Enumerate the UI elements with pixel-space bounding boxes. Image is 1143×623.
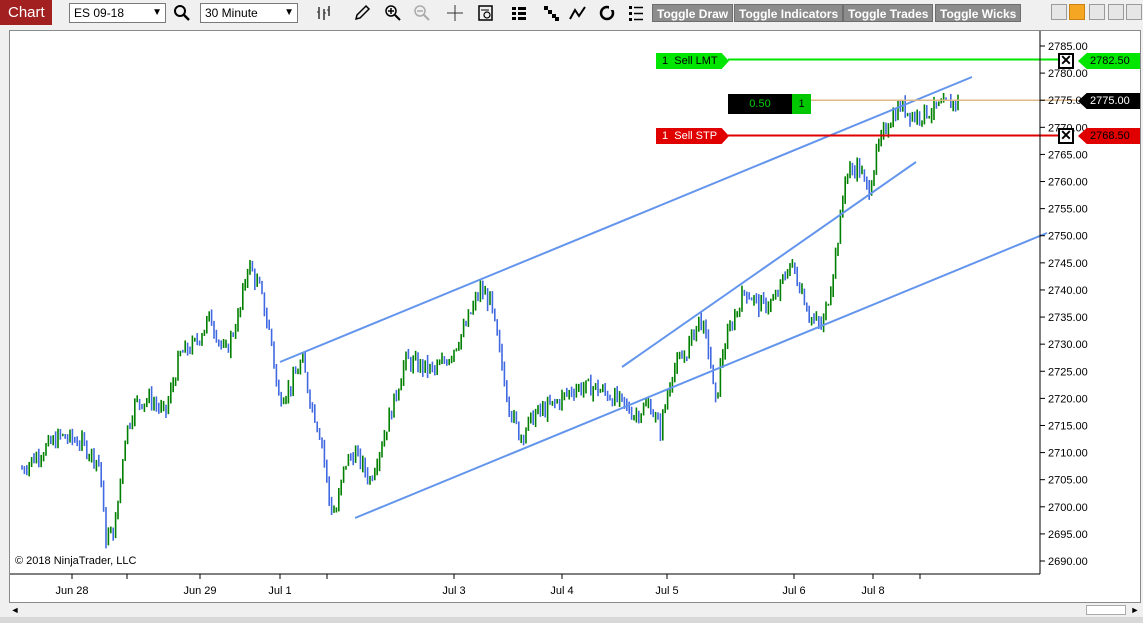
price-axis-label: 2765.00 — [1048, 149, 1088, 161]
position-pnl[interactable]: 0.50 — [728, 94, 792, 114]
ninjatrader-chart-window: Chart ES 09-18 ▼ 30 Minute ▼ Toggle Draw… — [0, 0, 1143, 623]
price-chart-panel[interactable]: 2785.002780.002775.002770.002765.002760.… — [9, 30, 1141, 603]
date-axis-label: Jul 8 — [861, 585, 884, 597]
sell-stp-price-flag: 2768.50 — [1078, 128, 1140, 144]
price-axis-label: 2750.00 — [1048, 231, 1088, 243]
scroll-right-icon[interactable]: ► — [1129, 604, 1141, 616]
sell-lmt-qty: 1 — [662, 55, 669, 67]
price-axis[interactable]: 2785.002780.002775.002770.002765.002760.… — [1039, 31, 1088, 574]
trendline[interactable] — [279, 76, 973, 363]
crosshair-icon[interactable] — [444, 2, 466, 24]
date-axis-label: Jun 29 — [183, 585, 216, 597]
sell-lmt-order-tag[interactable]: 1 Sell LMT — [656, 53, 729, 69]
toggle-wicks-button[interactable]: Toggle Wicks — [935, 4, 1022, 22]
indicator-icon[interactable] — [567, 2, 589, 24]
interval-value: 30 Minute — [205, 6, 258, 20]
restore-icon[interactable] — [1108, 4, 1124, 20]
magnifier-icon[interactable] — [171, 2, 193, 24]
sell-lmt-label: Sell LMT — [674, 55, 718, 67]
scrollbar-thumb[interactable] — [1086, 605, 1126, 615]
properties-icon[interactable] — [625, 2, 647, 24]
price-axis-label: 2700.00 — [1048, 502, 1088, 514]
price-bars — [21, 92, 959, 549]
toggle-draw-button[interactable]: Toggle Draw — [652, 4, 734, 22]
price-axis-label: 2745.00 — [1048, 258, 1088, 270]
instrument-value: ES 09-18 — [74, 6, 125, 20]
instrument-selector[interactable]: ES 09-18 ▼ — [69, 3, 166, 23]
date-axis-label: Jul 1 — [268, 585, 291, 597]
panel-divider — [0, 617, 1143, 623]
price-axis-label: 2710.00 — [1048, 448, 1088, 460]
zoom-out-icon[interactable] — [411, 2, 433, 24]
price-axis-label: 2715.00 — [1048, 420, 1088, 432]
price-axis-label: 2780.00 — [1048, 68, 1088, 80]
date-axis-label: Jun 28 — [55, 585, 88, 597]
copyright-text: © 2018 NinjaTrader, LLC — [15, 555, 136, 567]
sell-stp-qty: 1 — [662, 130, 669, 142]
price-axis-label: 2695.00 — [1048, 529, 1088, 541]
close-window-icon[interactable] — [1126, 4, 1142, 20]
date-axis-label: Jul 5 — [655, 585, 678, 597]
scroll-left-icon[interactable]: ◄ — [9, 604, 21, 616]
chevron-down-icon: ▼ — [284, 7, 294, 18]
date-axis-label: Jul 3 — [442, 585, 465, 597]
trendline[interactable] — [621, 161, 917, 368]
data-box-icon[interactable] — [475, 2, 497, 24]
price-axis-label: 2735.00 — [1048, 312, 1088, 324]
stairs-icon[interactable] — [540, 2, 562, 24]
date-axis[interactable]: Jun 28 Jun 29 Jul 1 Jul 3 Jul 4 Jul 5 Jul 6 Jul… — [10, 573, 1040, 597]
interval-selector[interactable]: 30 Minute ▼ — [200, 3, 298, 23]
minimize-icon[interactable] — [1051, 4, 1067, 20]
position-price-flag: 2775.00 — [1078, 93, 1140, 109]
price-axis-label: 2690.00 — [1048, 556, 1088, 568]
price-axis-label: 2760.00 — [1048, 177, 1088, 189]
price-axis-label: 2705.00 — [1048, 475, 1088, 487]
sell-stp-label: Sell STP — [674, 130, 718, 142]
cancel-sell-lmt-icon[interactable]: ✕ — [1058, 53, 1074, 69]
sell-lmt-price-flag: 2782.50 — [1078, 53, 1140, 69]
horizontal-scrollbar[interactable]: ◄ ► — [9, 604, 1141, 616]
price-axis-label: 2755.00 — [1048, 204, 1088, 216]
pencil-icon[interactable] — [351, 2, 373, 24]
bar-chart-style-icon[interactable] — [314, 2, 336, 24]
toggle-indicators-button[interactable]: Toggle Indicators — [734, 4, 844, 22]
maximize-icon[interactable] — [1089, 4, 1105, 20]
price-axis-label: 2725.00 — [1048, 366, 1088, 378]
cancel-sell-stp-icon[interactable]: ✕ — [1058, 128, 1074, 144]
sell-stp-order-tag[interactable]: 1 Sell STP — [656, 128, 729, 144]
tile-icon[interactable] — [1069, 4, 1085, 20]
price-chart-canvas[interactable]: 2785.002780.002775.002770.002765.002760.… — [10, 31, 1142, 604]
position-qty[interactable]: 1 — [792, 94, 811, 114]
chart-tab[interactable]: Chart — [0, 0, 52, 25]
chevron-down-icon: ▼ — [152, 7, 162, 18]
price-axis-label: 2740.00 — [1048, 285, 1088, 297]
bar-type-icon[interactable] — [508, 2, 530, 24]
date-axis-label: Jul 6 — [782, 585, 805, 597]
zoom-in-icon[interactable] — [382, 2, 404, 24]
price-axis-label: 2720.00 — [1048, 393, 1088, 405]
date-axis-label: Jul 4 — [550, 585, 573, 597]
chart-toolbar: Chart ES 09-18 ▼ 30 Minute ▼ Toggle Draw… — [0, 0, 1143, 26]
strategy-icon[interactable] — [596, 2, 618, 24]
trendline[interactable] — [354, 232, 1048, 519]
toggle-trades-button[interactable]: Toggle Trades — [843, 4, 934, 22]
price-axis-label: 2730.00 — [1048, 339, 1088, 351]
